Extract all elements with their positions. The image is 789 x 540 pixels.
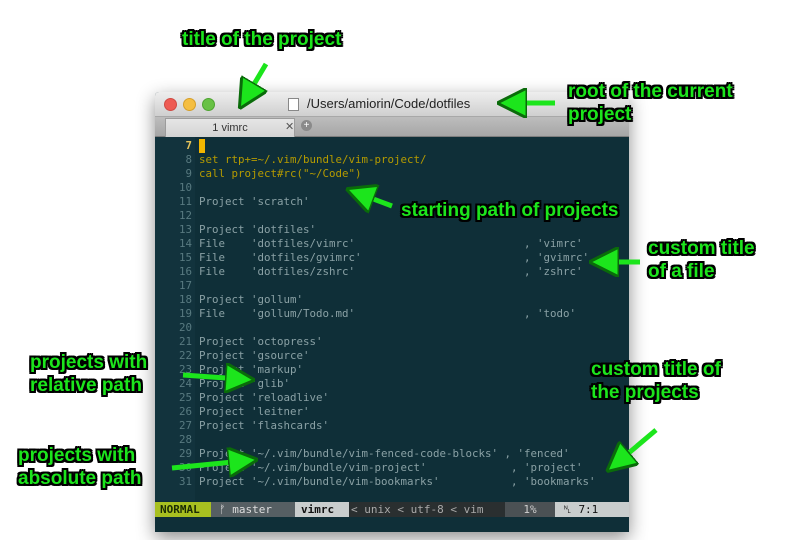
close-button[interactable] xyxy=(164,98,177,111)
branch-name: master xyxy=(232,503,272,516)
line-code: File 'dotfiles/gvimrc' , 'gvimrc' xyxy=(199,251,590,264)
cursor-position: ␤ 7:1 xyxy=(555,502,629,517)
line-code: Project 'gollum' xyxy=(199,293,304,306)
editor-line[interactable]: 30 Project '~/.vim/bundle/vim-project' , … xyxy=(155,461,629,475)
editor-line[interactable]: 9 call project#rc("~/Code") xyxy=(155,167,629,181)
line-code: set rtp+=~/.vim/bundle/vim-project/ xyxy=(199,153,427,166)
editor-line[interactable]: 19 File 'gollum/Todo.md' , 'todo' xyxy=(155,307,629,321)
editor-line[interactable]: 16 File 'dotfiles/zshrc' , 'zshrc' xyxy=(155,265,629,279)
editor-line[interactable]: 15 File 'dotfiles/gvimrc' , 'gvimrc' xyxy=(155,251,629,265)
editor-line[interactable]: 31 Project '~/.vim/bundle/vim-bookmarks' … xyxy=(155,475,629,489)
line-number: 25 xyxy=(178,391,192,404)
editor-line[interactable]: 21 Project 'octopress' xyxy=(155,335,629,349)
file-name: vimrc xyxy=(295,502,349,517)
line-code: call project#rc("~/Code") xyxy=(199,167,362,180)
line-number: 18 xyxy=(178,293,192,306)
line-number: 19 xyxy=(178,307,192,320)
line-number: 23 xyxy=(178,363,192,376)
tab-close-icon[interactable]: ✕ xyxy=(285,120,294,133)
line-number: 28 xyxy=(178,433,192,446)
line-code: Project 'flashcards' xyxy=(199,419,330,432)
editor-line[interactable]: 27 Project 'flashcards' xyxy=(155,419,629,433)
tab-vimrc[interactable]: 1 vimrc xyxy=(165,118,295,137)
cursor-position-value: 7:1 xyxy=(578,503,599,516)
editor-line[interactable]: 14 File 'dotfiles/vimrc' , 'vimrc' xyxy=(155,237,629,251)
line-code: Project '~/.vim/bundle/vim-fenced-code-b… xyxy=(199,447,570,460)
line-number: 31 xyxy=(178,475,192,488)
line-number: 24 xyxy=(178,377,192,390)
editor-line[interactable]: 26 Project 'leitner' xyxy=(155,405,629,419)
line-number: 10 xyxy=(178,181,192,194)
line-code: Project 'dotfiles' xyxy=(199,223,317,236)
editor-line[interactable]: 7 xyxy=(155,139,629,153)
editor-line[interactable]: 13 Project 'dotfiles' xyxy=(155,223,629,237)
line-number: 27 xyxy=(178,419,192,432)
command-line[interactable] xyxy=(155,517,629,532)
annotation-title-of-project: title of the project xyxy=(182,29,342,50)
editor-line[interactable]: 29 Project '~/.vim/bundle/vim-fenced-code… xyxy=(155,447,629,461)
line-number: 14 xyxy=(178,237,192,250)
line-code: Project 'gsource' xyxy=(199,349,310,362)
annotation-root-current-project: root of the current project xyxy=(568,81,733,125)
editor-line[interactable]: 22 Project 'gsource' xyxy=(155,349,629,363)
editor-line[interactable]: 24 Project 'glib' xyxy=(155,377,629,391)
cursor xyxy=(199,139,205,153)
line-number: 30 xyxy=(178,461,192,474)
line-number: 22 xyxy=(178,349,192,362)
title-bar: /Users/amiorin/Code/dotfiles xyxy=(155,92,629,117)
editor-line[interactable]: 18 Project 'gollum' xyxy=(155,293,629,307)
annotation-absolute-path: projects with absolute path xyxy=(18,445,142,489)
editor-line[interactable]: 23 Project 'markup' xyxy=(155,363,629,377)
editor-line[interactable]: 20 xyxy=(155,321,629,335)
vim-window: /Users/amiorin/Code/dotfiles 1 vimrc ✕ +… xyxy=(155,92,629,532)
line-code: Project '~/.vim/bundle/vim-bookmarks' , … xyxy=(199,475,596,488)
line-code: Project 'scratch' xyxy=(199,195,310,208)
scroll-percent: 1% xyxy=(505,502,555,517)
line-code: Project 'markup' xyxy=(199,363,304,376)
line-icon: ␤ xyxy=(563,503,579,516)
editor-line[interactable]: 17 xyxy=(155,279,629,293)
line-code: File 'gollum/Todo.md' , 'todo' xyxy=(199,307,577,320)
line-code: File 'dotfiles/zshrc' , 'zshrc' xyxy=(199,265,583,278)
line-number: 17 xyxy=(178,279,192,292)
status-line: NORMAL ᚠ master vimrc < unix < utf-8 < v… xyxy=(155,502,629,517)
mode-indicator: NORMAL xyxy=(155,502,211,517)
line-number: 7 xyxy=(185,139,192,152)
line-number: 15 xyxy=(178,251,192,264)
line-code: Project 'glib' xyxy=(199,377,291,390)
document-icon xyxy=(288,98,299,111)
minimize-button[interactable] xyxy=(183,98,196,111)
annotation-relative-path: projects with relative path xyxy=(30,352,148,396)
branch-icon: ᚠ xyxy=(219,503,233,516)
editor-line[interactable]: 25 Project 'reloadlive' xyxy=(155,391,629,405)
file-format: < unix < utf-8 < vim xyxy=(351,503,484,516)
add-tab-icon[interactable]: + xyxy=(301,120,312,131)
line-number: 9 xyxy=(185,167,192,180)
editor-line[interactable]: 28 xyxy=(155,433,629,447)
line-number: 8 xyxy=(185,153,192,166)
editor-line[interactable]: 8 set rtp+=~/.vim/bundle/vim-project/ xyxy=(155,153,629,167)
line-code: Project 'octopress' xyxy=(199,335,323,348)
line-number: 20 xyxy=(178,321,192,334)
line-code: Project '~/.vim/bundle/vim-project' , 'p… xyxy=(199,461,583,474)
tab-bar: 1 vimrc xyxy=(155,117,629,137)
line-code: Project 'leitner' xyxy=(199,405,310,418)
window-title: /Users/amiorin/Code/dotfiles xyxy=(307,96,471,111)
zoom-button[interactable] xyxy=(202,98,215,111)
line-code: Project 'reloadlive' xyxy=(199,391,330,404)
editor-line[interactable]: 10 xyxy=(155,181,629,195)
editor-area[interactable]: 7 8 set rtp+=~/.vim/bundle/vim-project/9 ca… xyxy=(155,137,629,501)
line-code: File 'dotfiles/vimrc' , 'vimrc' xyxy=(199,237,583,250)
line-number: 21 xyxy=(178,335,192,348)
line-number: 12 xyxy=(178,209,192,222)
annotation-custom-title-projects: custom title of the projects xyxy=(591,359,721,403)
line-number: 13 xyxy=(178,223,192,236)
git-branch: ᚠ master xyxy=(211,502,295,517)
annotation-custom-title-file: custom title of a file xyxy=(648,238,755,282)
line-number: 16 xyxy=(178,265,192,278)
line-number: 26 xyxy=(178,405,192,418)
line-number: 29 xyxy=(178,447,192,460)
line-number: 11 xyxy=(178,195,192,208)
annotation-starting-path: starting path of projects xyxy=(401,200,619,221)
